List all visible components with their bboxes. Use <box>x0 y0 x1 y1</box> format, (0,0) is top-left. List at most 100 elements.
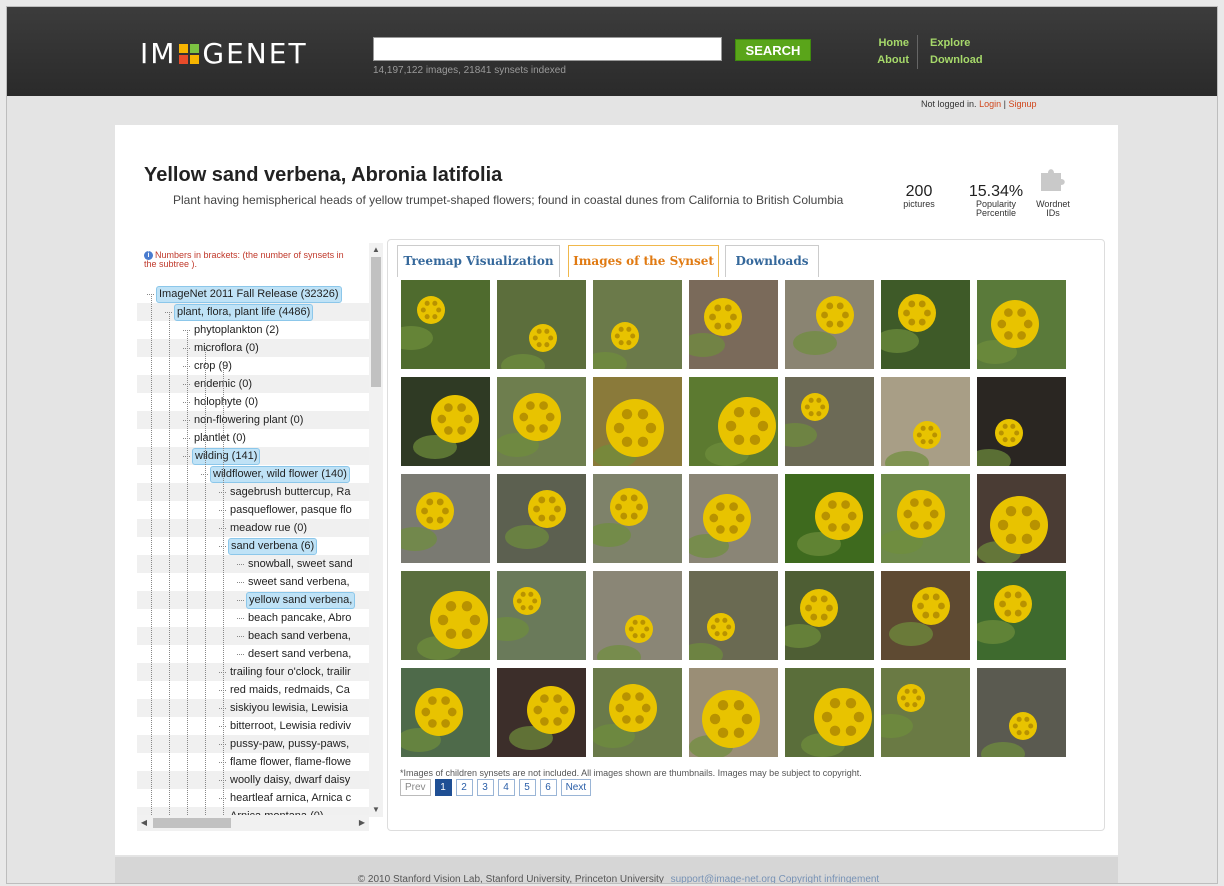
synset-image-thumbnail[interactable] <box>785 377 874 466</box>
search-input[interactable] <box>373 37 722 61</box>
synset-image-thumbnail[interactable] <box>785 474 874 563</box>
tree-node-label[interactable]: desert sand verbena, <box>246 645 353 663</box>
synset-tree[interactable]: ImageNet 2011 Fall Release (32326) plant,… <box>137 285 369 815</box>
tree-node-label[interactable]: pasqueflower, pasque flo <box>228 501 354 519</box>
tree-node[interactable]: crop (9) <box>137 357 369 375</box>
tree-node-label[interactable]: microflora (0) <box>192 339 261 357</box>
tree-node-label[interactable]: sweet sand verbena, <box>246 573 352 591</box>
synset-image-thumbnail[interactable] <box>977 377 1066 466</box>
page-4-button[interactable]: 4 <box>497 779 515 796</box>
tree-node[interactable]: trailing four o'clock, trailir <box>137 663 369 681</box>
tree-node[interactable]: sand verbena (6) <box>137 537 369 555</box>
synset-image-thumbnail[interactable] <box>497 668 586 757</box>
page-1-button[interactable]: 1 <box>434 779 452 796</box>
tree-node[interactable]: snowball, sweet sand <box>137 555 369 573</box>
tree-node-label[interactable]: meadow rue (0) <box>228 519 309 537</box>
synset-image-thumbnail[interactable] <box>977 474 1066 563</box>
page-5-button[interactable]: 5 <box>518 779 536 796</box>
tree-node[interactable]: bitterroot, Lewisia rediviv <box>137 717 369 735</box>
tree-node-label[interactable]: holophyte (0) <box>192 393 260 411</box>
synset-image-thumbnail[interactable] <box>785 668 874 757</box>
synset-image-thumbnail[interactable] <box>401 377 490 466</box>
tree-node-label[interactable]: siskiyou lewisia, Lewisia <box>228 699 350 717</box>
synset-image-thumbnail[interactable] <box>881 474 970 563</box>
tree-node[interactable]: plant, flora, plant life (4486) <box>137 303 369 321</box>
synset-image-thumbnail[interactable] <box>881 280 970 369</box>
tree-node[interactable]: heartleaf arnica, Arnica c <box>137 789 369 807</box>
synset-image-thumbnail[interactable] <box>977 280 1066 369</box>
synset-image-thumbnail[interactable] <box>593 668 682 757</box>
synset-image-thumbnail[interactable] <box>881 571 970 660</box>
tree-node[interactable]: phytoplankton (2) <box>137 321 369 339</box>
tree-node[interactable]: yellow sand verbena, <box>137 591 369 609</box>
signup-link[interactable]: Signup <box>1008 99 1036 109</box>
footer-email-link[interactable]: support@image-net.org <box>671 874 776 883</box>
tab-treemap[interactable]: Treemap Visualization <box>397 245 560 277</box>
synset-image-thumbnail[interactable] <box>593 571 682 660</box>
synset-image-thumbnail[interactable] <box>689 571 778 660</box>
synset-image-thumbnail[interactable] <box>593 280 682 369</box>
tree-node[interactable]: flame flower, flame-flowe <box>137 753 369 771</box>
tree-hscroll-thumb[interactable] <box>153 818 231 828</box>
tree-node-label[interactable]: beach pancake, Abro <box>246 609 353 627</box>
synset-image-thumbnail[interactable] <box>497 280 586 369</box>
tree-node-label[interactable]: snowball, sweet sand <box>246 555 355 573</box>
tree-node-label[interactable]: woolly daisy, dwarf daisy <box>228 771 352 789</box>
synset-image-thumbnail[interactable] <box>401 668 490 757</box>
wordnet-ids-link[interactable]: Wordnet IDs <box>1033 200 1073 218</box>
scroll-left-icon[interactable]: ◀ <box>137 815 151 831</box>
tree-node-label[interactable]: sand verbena (6) <box>228 538 318 555</box>
tree-node[interactable]: holophyte (0) <box>137 393 369 411</box>
nav-about-link[interactable]: About <box>875 52 909 69</box>
synset-image-thumbnail[interactable] <box>593 474 682 563</box>
synset-image-thumbnail[interactable] <box>497 377 586 466</box>
tree-node[interactable]: wildflower, wild flower (140) <box>137 465 369 483</box>
search-button[interactable]: SEARCH <box>735 39 811 61</box>
nav-explore-link[interactable]: Explore <box>930 35 983 52</box>
tree-node[interactable]: pasqueflower, pasque flo <box>137 501 369 519</box>
synset-image-thumbnail[interactable] <box>497 474 586 563</box>
prev-page-button[interactable]: Prev <box>400 779 431 796</box>
synset-image-thumbnail[interactable] <box>977 668 1066 757</box>
puzzle-icon[interactable] <box>1039 165 1067 193</box>
tree-node-label[interactable]: flame flower, flame-flowe <box>228 753 353 771</box>
nav-download-link[interactable]: Download <box>930 52 983 69</box>
scroll-down-icon[interactable]: ▼ <box>369 803 383 817</box>
tree-node[interactable]: desert sand verbena, <box>137 645 369 663</box>
page-2-button[interactable]: 2 <box>455 779 473 796</box>
tree-node[interactable]: siskiyou lewisia, Lewisia <box>137 699 369 717</box>
page-6-button[interactable]: 6 <box>539 779 557 796</box>
tree-node[interactable]: pussy-paw, pussy-paws, <box>137 735 369 753</box>
synset-image-thumbnail[interactable] <box>689 668 778 757</box>
tree-node-label[interactable]: ImageNet 2011 Fall Release (32326) <box>156 286 342 303</box>
imagenet-logo[interactable]: IM GENET <box>140 37 308 70</box>
tree-node-label[interactable]: phytoplankton (2) <box>192 321 281 339</box>
tree-node-label[interactable]: pussy-paw, pussy-paws, <box>228 735 351 753</box>
tree-node-label[interactable]: sagebrush buttercup, Ra <box>228 483 352 501</box>
tree-node-label[interactable]: wilding (141) <box>192 448 261 465</box>
tree-node[interactable]: sweet sand verbena, <box>137 573 369 591</box>
synset-image-thumbnail[interactable] <box>689 280 778 369</box>
footer-copyright-link[interactable]: Copyright infringement <box>779 874 880 883</box>
synset-image-thumbnail[interactable] <box>401 474 490 563</box>
tree-node[interactable]: meadow rue (0) <box>137 519 369 537</box>
synset-image-thumbnail[interactable] <box>977 571 1066 660</box>
tree-node-label[interactable]: crop (9) <box>192 357 234 375</box>
tree-node-label[interactable]: trailing four o'clock, trailir <box>228 663 353 681</box>
synset-image-thumbnail[interactable] <box>785 280 874 369</box>
synset-image-thumbnail[interactable] <box>881 668 970 757</box>
tree-node[interactable]: ImageNet 2011 Fall Release (32326) <box>137 285 369 303</box>
synset-image-thumbnail[interactable] <box>497 571 586 660</box>
tree-node-label[interactable]: yellow sand verbena, <box>246 592 356 609</box>
tree-node-label[interactable]: non-flowering plant (0) <box>192 411 305 429</box>
synset-image-thumbnail[interactable] <box>881 377 970 466</box>
page-3-button[interactable]: 3 <box>476 779 494 796</box>
tree-node[interactable]: beach sand verbena, <box>137 627 369 645</box>
tree-node-label[interactable]: plantlet (0) <box>192 429 248 447</box>
synset-image-thumbnail[interactable] <box>785 571 874 660</box>
tree-node-label[interactable]: bitterroot, Lewisia rediviv <box>228 717 353 735</box>
tree-node-label[interactable]: wildflower, wild flower (140) <box>210 466 350 483</box>
nav-home-link[interactable]: Home <box>875 35 909 52</box>
tree-vertical-scrollbar[interactable]: ▲ ▼ <box>369 243 383 817</box>
synset-image-thumbnail[interactable] <box>401 571 490 660</box>
